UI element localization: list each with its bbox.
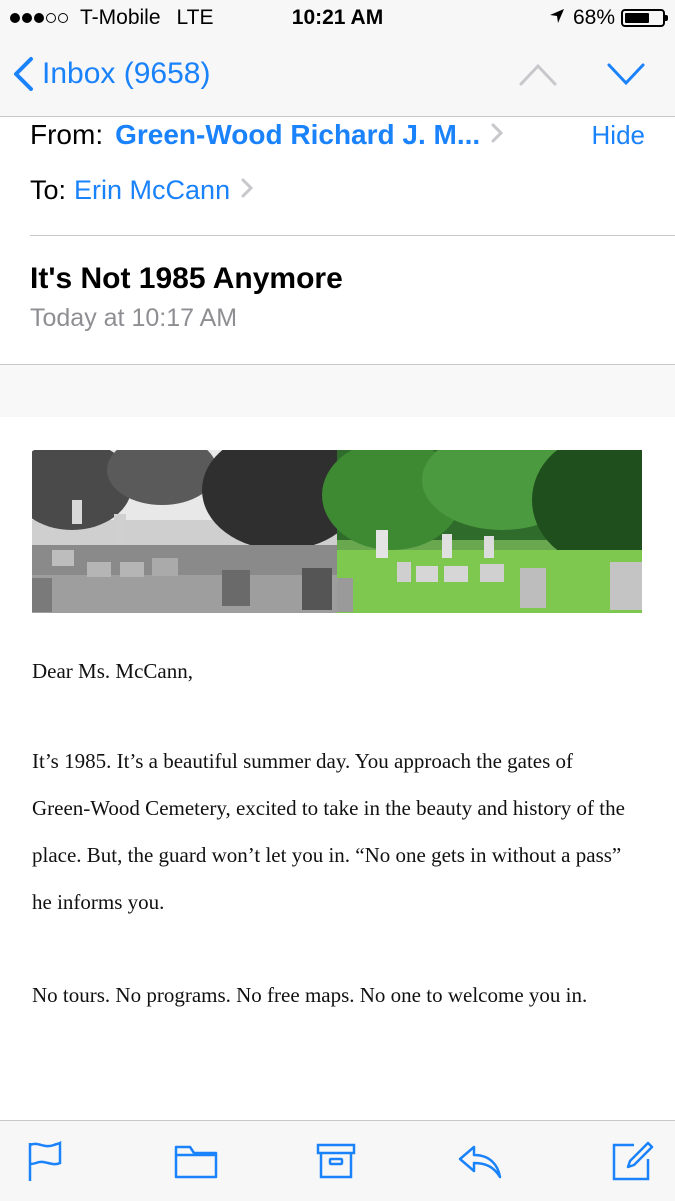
move-to-folder-button[interactable] xyxy=(172,1137,220,1185)
status-right: 68% xyxy=(549,6,668,30)
back-to-inbox-button[interactable]: Inbox (9658) xyxy=(12,56,210,92)
previous-message-button[interactable] xyxy=(519,62,557,91)
email-subject: It's Not 1985 Anymore xyxy=(30,262,343,295)
chevron-right-icon xyxy=(490,119,504,151)
location-arrow-icon xyxy=(549,6,565,30)
battery-icon xyxy=(621,9,668,27)
chevron-up-icon xyxy=(519,63,557,86)
next-message-button[interactable] xyxy=(607,62,645,91)
sender-name[interactable]: Green-Wood Richard J. M... xyxy=(115,119,480,151)
header-spacer xyxy=(0,365,675,417)
reply-icon xyxy=(458,1145,502,1179)
flag-button[interactable] xyxy=(22,1137,70,1185)
email-paragraph-2: No tours. No programs. No free maps. No … xyxy=(32,983,588,1007)
hide-details-button[interactable]: Hide xyxy=(592,113,645,157)
to-row: To: Erin McCann xyxy=(30,170,645,210)
flag-icon xyxy=(28,1140,62,1181)
battery-percent: 68% xyxy=(572,6,615,29)
status-bar: T-Mobile LTE 10:21 AM 68% xyxy=(0,0,675,38)
from-label: From: xyxy=(30,119,104,150)
message-navigation xyxy=(469,62,645,91)
bottom-toolbar xyxy=(0,1120,675,1201)
archive-icon xyxy=(316,1143,356,1179)
email-date: Today at 10:17 AM xyxy=(30,304,238,332)
to-label: To: xyxy=(30,174,67,205)
chevron-left-icon xyxy=(14,57,33,91)
reply-button[interactable] xyxy=(456,1137,504,1185)
cemetery-banner-image xyxy=(32,450,642,613)
email-greeting: Dear Ms. McCann, xyxy=(32,659,193,683)
compose-icon xyxy=(612,1141,654,1181)
from-row: From: Green-Wood Richard J. M... Hide xyxy=(30,113,645,157)
chevron-right-icon xyxy=(240,175,254,206)
back-label: Inbox (9658) xyxy=(42,57,211,90)
folder-icon xyxy=(174,1145,218,1179)
navigation-bar: Inbox (9658) xyxy=(0,38,675,117)
chevron-down-icon xyxy=(607,63,645,86)
email-paragraph-1: It’s 1985. It’s a beautiful summer day. … xyxy=(32,749,625,914)
archive-button[interactable] xyxy=(312,1137,360,1185)
recipient-name[interactable]: Erin McCann xyxy=(74,175,230,206)
header-divider xyxy=(30,235,675,236)
compose-button[interactable] xyxy=(608,1137,656,1185)
